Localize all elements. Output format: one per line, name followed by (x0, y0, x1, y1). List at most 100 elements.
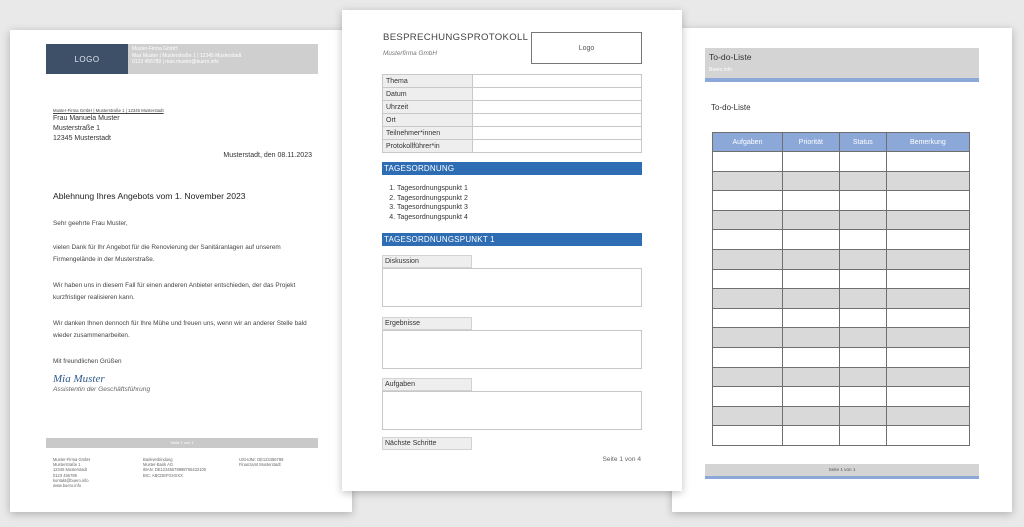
col-status: Status (838, 132, 887, 152)
table-row (712, 366, 971, 388)
letter-date: Musterstadt, den 08.11.2023 (223, 152, 312, 159)
agenda-list: Tagesordnungspunkt 1 Tagesordnungspunkt … (397, 184, 468, 223)
protocol-page-number: Seite 1 von 4 (602, 456, 642, 463)
uhrzeit-value[interactable] (472, 100, 642, 114)
table-row (712, 425, 971, 446)
todo-header-divider (705, 78, 979, 82)
todo-cell[interactable] (712, 229, 783, 250)
todo-cell[interactable] (712, 209, 783, 231)
todo-cell[interactable] (885, 307, 971, 329)
todo-cell[interactable] (712, 405, 783, 427)
todo-cell[interactable] (712, 170, 783, 192)
todo-cell[interactable] (885, 229, 971, 250)
list-item: Tagesordnungspunkt 1 (397, 184, 468, 194)
datum-value[interactable] (472, 87, 642, 101)
todo-cell[interactable] (885, 248, 971, 270)
todo-cell[interactable] (838, 209, 887, 231)
teilnehmer-value[interactable] (472, 126, 642, 140)
todo-cell[interactable] (885, 386, 971, 407)
todo-cell[interactable] (838, 307, 887, 329)
todo-cell[interactable] (712, 248, 783, 270)
todo-cell[interactable] (712, 288, 783, 309)
ort-value[interactable] (472, 113, 642, 127)
todo-cell[interactable] (712, 327, 783, 348)
paragraph-3: Wir danken Ihnen dennoch für Ihre Mühe u… (53, 320, 307, 339)
todo-cell[interactable] (781, 248, 840, 270)
todo-cell[interactable] (781, 366, 840, 388)
todo-cell[interactable] (781, 229, 840, 250)
thema-value[interactable] (472, 74, 642, 88)
todo-cell[interactable] (885, 190, 971, 211)
todo-cell[interactable] (712, 307, 783, 329)
todo-cell[interactable] (781, 327, 840, 348)
ergebnisse-textbox[interactable] (382, 330, 642, 369)
aufgaben-textbox[interactable] (382, 391, 642, 430)
table-row: Thema (382, 74, 642, 88)
todo-page-footer: Seite 1 von 1 (705, 464, 979, 476)
table-row (712, 170, 971, 192)
todo-header-title: To-do-Liste (709, 52, 752, 62)
paragraph-1: vielen Dank für Ihr Angebot für die Reno… (53, 244, 281, 263)
todo-cell[interactable] (885, 346, 971, 368)
todo-cell[interactable] (712, 190, 783, 211)
todo-cell[interactable] (885, 425, 971, 446)
todo-cell[interactable] (838, 386, 887, 407)
table-row (712, 307, 971, 329)
todo-cell[interactable] (885, 366, 971, 388)
todo-cell[interactable] (781, 170, 840, 192)
todo-cell[interactable] (838, 190, 887, 211)
todo-cell[interactable] (781, 425, 840, 446)
label-diskussion: Diskussion (382, 255, 472, 268)
table-row: Datum (382, 87, 642, 101)
todo-cell[interactable] (781, 405, 840, 427)
todo-cell[interactable] (838, 327, 887, 348)
todo-cell[interactable] (781, 307, 840, 329)
table-row: Uhrzeit (382, 100, 642, 114)
todo-cell[interactable] (712, 346, 783, 368)
todo-cell[interactable] (885, 151, 971, 172)
todo-cell[interactable] (712, 268, 783, 290)
diskussion-textbox[interactable] (382, 268, 642, 307)
todo-cell[interactable] (781, 386, 840, 407)
todo-cell[interactable] (838, 151, 887, 172)
todo-cell[interactable] (838, 425, 887, 446)
todo-cell[interactable] (838, 405, 887, 427)
table-row (712, 327, 971, 348)
todo-cell[interactable] (781, 190, 840, 211)
label-naechste-schritte: Nächste Schritte (382, 437, 472, 450)
todo-title: To-do-Liste (711, 103, 751, 112)
todo-cell[interactable] (712, 425, 783, 446)
todo-cell[interactable] (838, 229, 887, 250)
protocol-subtitle: Musterfirma GmbH (383, 50, 437, 57)
todo-cell[interactable] (885, 405, 971, 427)
letter-company-header: Muster-Firma GmbH Max Muster | Musterstr… (128, 44, 318, 74)
col-prioritaet: Priorität (781, 132, 840, 152)
todo-cell[interactable] (838, 248, 887, 270)
table-row: Protokollführer*in (382, 139, 642, 153)
company-contact: 0123 456789 | max.muster@buero.info (132, 59, 219, 65)
todo-cell[interactable] (781, 288, 840, 309)
todo-cell[interactable] (885, 327, 971, 348)
todo-cell[interactable] (781, 151, 840, 172)
todo-cell[interactable] (885, 209, 971, 231)
letter-logo: LOGO (46, 44, 128, 74)
todo-cell[interactable] (781, 209, 840, 231)
todo-cell[interactable] (781, 346, 840, 368)
todo-cell[interactable] (885, 268, 971, 290)
todo-cell[interactable] (712, 366, 783, 388)
todo-cell[interactable] (712, 386, 783, 407)
todo-cell[interactable] (712, 151, 783, 172)
todo-cell[interactable] (838, 268, 887, 290)
todo-cell[interactable] (885, 170, 971, 192)
list-item: Tagesordnungspunkt 2 (397, 194, 468, 204)
todo-cell[interactable] (838, 170, 887, 192)
todo-cell[interactable] (838, 346, 887, 368)
todo-cell[interactable] (781, 268, 840, 290)
todo-cell[interactable] (838, 366, 887, 388)
todo-cell[interactable] (838, 288, 887, 309)
todo-header-sub: Buero.info (709, 67, 732, 73)
paragraph-2: Wir haben uns in diesem Fall für einen a… (53, 282, 296, 301)
protokollfuehrer-value[interactable] (472, 139, 642, 153)
todo-cell[interactable] (885, 288, 971, 309)
todo-footer-divider (705, 476, 979, 479)
